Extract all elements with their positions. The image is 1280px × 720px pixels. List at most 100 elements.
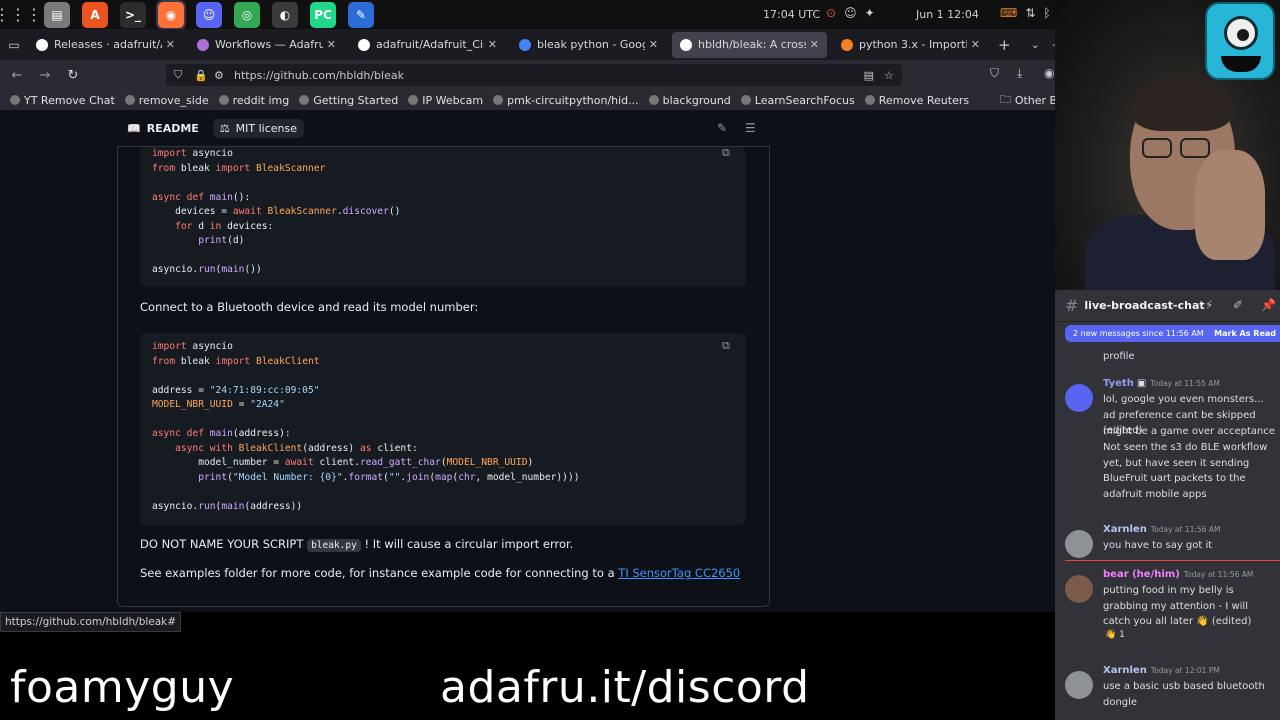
browser-tab[interactable]: adafruit/Adafruit_Circu ✕	[350, 32, 505, 58]
tab-label: adafruit/Adafruit_Circu	[376, 38, 484, 51]
network-icon[interactable]: ⇅	[1025, 6, 1035, 21]
code-block-client: import asyncio from bleak import BleakCli…	[140, 333, 746, 525]
utc-clock: 17:04 UTC	[763, 8, 821, 21]
dock-app-app-center[interactable]: A	[82, 1, 108, 28]
message-timestamp: Today at 11:55 AM	[1150, 379, 1220, 388]
author-badge-icon: ▣	[1136, 378, 1147, 389]
threads-icon[interactable]: ⚡	[1205, 298, 1213, 312]
new-messages-text: 2 new messages since 11:56 AM	[1073, 329, 1204, 338]
dock-app-discord[interactable]: ☺	[196, 1, 222, 28]
code-line: async def main():	[152, 191, 251, 203]
message-author[interactable]: Xarnlen Today at 12:01 PM	[1103, 665, 1220, 676]
reader-view-icon[interactable]: ▤	[864, 69, 874, 82]
bookmark-item[interactable]: YT Remove Chat	[10, 94, 115, 107]
tab-favicon-icon	[36, 38, 48, 51]
message-reaction[interactable]: 👋 1	[1105, 630, 1125, 640]
readme-header: 📖 README ⚖ MIT license ✎ ☰	[117, 110, 770, 147]
discord-tray-icon[interactable]: ☺	[844, 6, 857, 20]
edit-pencil-icon[interactable]: ✎	[717, 121, 727, 135]
dock-app-terminal[interactable]: >_	[120, 1, 146, 28]
user-avatar[interactable]	[1065, 384, 1093, 412]
dock-app-pycharm[interactable]: PC	[310, 1, 336, 28]
record-icon[interactable]: ⊙	[826, 6, 836, 20]
tab-favicon-icon	[680, 38, 692, 51]
outline-list-icon[interactable]: ☰	[745, 121, 756, 135]
browser-tab[interactable]: bleak python - Google ✕	[511, 32, 666, 58]
user-avatar[interactable]	[1065, 575, 1093, 603]
bookmark-item[interactable]: reddit img	[218, 94, 289, 107]
close-tab-icon[interactable]: ✕	[649, 38, 658, 51]
dock-app-text-editor[interactable]: ✎	[348, 1, 374, 28]
keyboard-icon[interactable]: ⌨	[1000, 6, 1017, 21]
bookmark-item[interactable]: remove_side	[124, 94, 209, 107]
dock-app-firefox[interactable]: ◉	[156, 0, 186, 30]
message-author[interactable]: Tyeth ▣ Today at 11:55 AM	[1103, 378, 1220, 389]
user-avatar[interactable]	[1065, 671, 1093, 699]
date-time[interactable]: Jun 1 12:04	[916, 8, 979, 21]
tab-overflow-icon[interactable]: ⌄	[1031, 38, 1040, 51]
pin-icon[interactable]: 📌	[1261, 298, 1276, 312]
close-tab-icon[interactable]: ✕	[327, 38, 336, 51]
mark-as-read-button[interactable]: Mark As Read	[1214, 329, 1276, 338]
code-line: import asyncio	[152, 341, 233, 352]
reload-icon[interactable]: ↻	[60, 68, 86, 83]
tab-label: python 3.x - ImportErro	[859, 38, 967, 51]
bookmark-star-icon[interactable]: ☆	[884, 69, 894, 82]
close-tab-icon[interactable]: ✕	[971, 38, 980, 51]
url-text[interactable]: https://github.com/hbldh/bleak	[234, 69, 404, 82]
account-icon[interactable]: ◉	[1044, 66, 1054, 80]
dock-app-chrome[interactable]: ◎	[234, 1, 260, 28]
code-line: model_number = await client.read_gatt_ch…	[152, 457, 534, 468]
new-messages-bar[interactable]: 2 new messages since 11:56 AM Mark As Re…	[1065, 325, 1280, 342]
message-timestamp: Today at 11:56 AM	[1150, 525, 1221, 534]
mascot-eye	[1224, 16, 1258, 50]
tracking-shield-icon[interactable]: ⛉	[174, 68, 182, 82]
code-line: import asyncio	[152, 148, 233, 159]
bookmark-item[interactable]: LearnSearchFocus	[740, 94, 855, 107]
app-grid-icon[interactable]: ⋮⋮⋮	[0, 2, 42, 28]
bookmark-item[interactable]: Remove Reuters	[864, 94, 969, 107]
dock: ▤ A >_ ◉ ☺ ◎ ◐ PC ✎	[32, 0, 374, 30]
address-bar[interactable]: ⛉ 🔒 ⚙ https://github.com/hbldh/bleak ▤ ☆	[166, 64, 902, 86]
browser-tab[interactable]: Releases · adafruit/Ad ✕	[28, 32, 183, 58]
browser-tab[interactable]: hbldh/bleak: A cross pl ✕	[672, 31, 827, 58]
dock-app-obs[interactable]: ◐	[272, 1, 298, 28]
back-icon[interactable]: ←	[4, 68, 30, 83]
mascot-mouth	[1221, 56, 1261, 72]
readme-tab[interactable]: 📖 README	[127, 122, 199, 135]
message-author[interactable]: bear (he/him) Today at 11:56 AM	[1103, 569, 1253, 580]
pocket-icon[interactable]: ⛉	[990, 66, 999, 81]
close-tab-icon[interactable]: ✕	[488, 38, 497, 51]
close-tab-icon[interactable]: ✕	[810, 38, 819, 51]
channel-name: live-broadcast-chat	[1084, 299, 1205, 312]
forward-icon[interactable]: →	[32, 68, 58, 83]
permissions-icon[interactable]: ⚙	[214, 69, 224, 82]
accessibility-icon[interactable]: ✦	[865, 6, 875, 20]
copy-icon[interactable]: ⧉	[722, 146, 730, 160]
close-tab-icon[interactable]: ✕	[166, 38, 175, 51]
message-timestamp: Today at 11:56 AM	[1183, 570, 1254, 579]
channel-hash-icon: #	[1065, 296, 1079, 315]
bookmark-item[interactable]: blackground	[648, 94, 731, 107]
bookmark-label: IP Webcam	[422, 93, 484, 107]
downloads-icon[interactable]: ⤓	[1017, 66, 1022, 81]
sensortag-link[interactable]: TI SensorTag CC2650	[618, 566, 740, 580]
tab-list-icon[interactable]: ▭	[0, 38, 28, 52]
copy-icon[interactable]: ⧉	[722, 339, 730, 353]
lock-icon[interactable]: 🔒	[194, 69, 208, 82]
license-tab-label: MIT license	[235, 121, 298, 135]
browser-tab[interactable]: python 3.x - ImportErro ✕	[833, 32, 988, 58]
bookmark-item[interactable]: IP Webcam	[408, 94, 483, 107]
bluetooth-icon[interactable]: ᛒ	[1043, 6, 1050, 21]
user-avatar[interactable]	[1065, 530, 1093, 558]
bookmark-item[interactable]: pmk-circuitpython/hid...	[493, 94, 639, 107]
message-author[interactable]: Xarnlen Today at 11:56 AM	[1103, 524, 1220, 535]
dock-app-files[interactable]: ▤	[44, 1, 70, 28]
license-tab[interactable]: ⚖ MIT license	[212, 118, 305, 138]
mute-icon[interactable]: ✐	[1233, 298, 1243, 312]
tab-label: bleak python - Google	[537, 38, 645, 51]
code-line: async with BleakClient(address) as clien…	[175, 442, 418, 454]
browser-tab[interactable]: Workflows — Adafruit ✕	[189, 32, 344, 58]
bookmark-item[interactable]: Getting Started	[299, 94, 398, 107]
new-tab-button[interactable]: +	[998, 36, 1011, 54]
